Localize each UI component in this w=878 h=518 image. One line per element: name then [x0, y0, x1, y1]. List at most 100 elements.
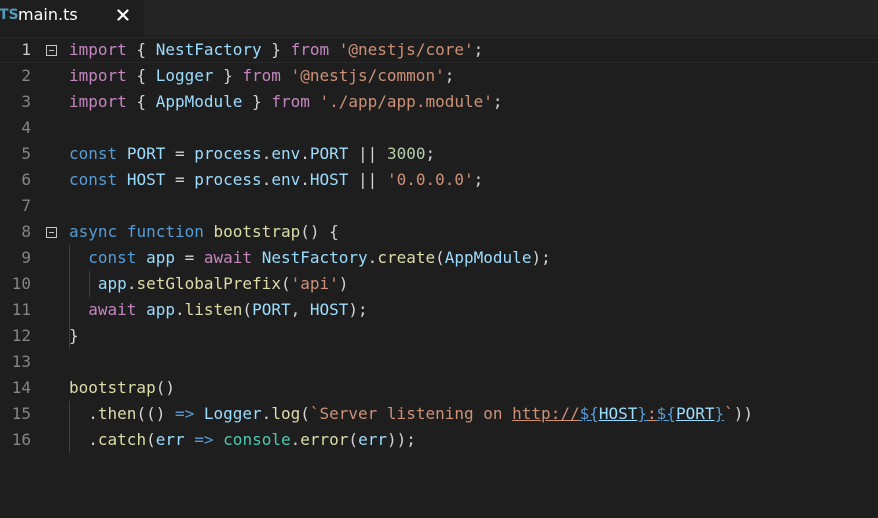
code-token: );: [531, 248, 551, 267]
code-token: =: [174, 248, 204, 267]
code-token: NestFactory: [155, 40, 262, 59]
code-token: catch: [97, 430, 147, 449]
line-number: 10: [11, 274, 31, 293]
line-number: 11: [11, 300, 31, 319]
code-token: Logger: [155, 66, 214, 85]
line-number: 2: [21, 66, 31, 85]
code-token: .: [69, 404, 98, 423]
code-token: ;: [473, 170, 484, 189]
tab-bar: TS main.ts: [0, 0, 878, 35]
code-token: =: [165, 144, 195, 163]
code-token: (: [242, 300, 253, 319]
line-number: 16: [11, 430, 31, 449]
code-token: await: [88, 300, 137, 319]
code-token: .: [126, 274, 137, 293]
code-token: ||: [348, 170, 387, 189]
code-token: import: [69, 40, 127, 59]
code-token: );: [348, 300, 368, 319]
code-token: () {: [300, 222, 339, 241]
code-token: PORT: [252, 300, 291, 319]
code-text: async function bootstrap() {: [69, 219, 339, 245]
code-line[interactable]: 10 app.setGlobalPrefix('api'): [0, 271, 878, 297]
code-token: log: [271, 404, 301, 423]
code-line[interactable]: 1 import { NestFactory } from '@nestjs/co…: [0, 37, 878, 63]
code-line[interactable]: 5 const PORT = process.env.PORT || 3000;: [0, 141, 878, 167]
code-token: '0.0.0.0': [386, 170, 474, 189]
code-token: HOST: [309, 300, 349, 319]
code-token: HOST: [126, 170, 166, 189]
code-token: :: [647, 404, 657, 423]
code-token: async: [69, 222, 118, 241]
code-line[interactable]: 6 const HOST = process.env.HOST || '0.0.0…: [0, 167, 878, 193]
tab-main-ts[interactable]: TS main.ts: [0, 0, 144, 35]
code-token: const: [69, 144, 118, 163]
code-line[interactable]: 8 async function bootstrap() {: [0, 219, 878, 245]
code-token: const: [88, 248, 137, 267]
code-token: await: [203, 248, 253, 267]
code-token: HOST: [309, 170, 349, 189]
line-number: 7: [21, 196, 31, 215]
line-number: 5: [21, 144, 31, 163]
line-number: 14: [11, 378, 31, 397]
code-token: process: [194, 170, 262, 189]
code-token: app: [146, 300, 175, 319]
code-line[interactable]: 4: [0, 115, 878, 141]
code-token: env: [271, 144, 301, 163]
code-line[interactable]: 12}: [0, 323, 878, 349]
code-line[interactable]: 14 bootstrap(): [0, 375, 878, 401]
code-token: (: [280, 274, 291, 293]
code-token: console: [223, 430, 291, 449]
code-token: ${: [579, 404, 599, 423]
code-token: (: [300, 404, 310, 423]
code-token: (: [348, 430, 359, 449]
code-token: )): [733, 404, 754, 423]
code-text: const PORT = process.env.PORT || 3000;: [69, 141, 435, 167]
code-token: AppModule: [155, 92, 243, 111]
code-line[interactable]: 9 const app = await NestFactory.create(A…: [0, 245, 878, 271]
code-token: }: [213, 66, 243, 85]
code-token: .: [261, 404, 272, 423]
code-token: setGlobalPrefix: [136, 274, 281, 293]
code-line[interactable]: 3 import { AppModule } from './app/app.mo…: [0, 89, 878, 115]
code-token: .: [300, 144, 310, 163]
code-token: {: [126, 40, 156, 59]
code-area[interactable]: 1 import { NestFactory } from '@nestjs/co…: [0, 35, 878, 518]
code-token: ${: [656, 404, 676, 423]
code-token: }: [242, 92, 272, 111]
fold-collapse-icon[interactable]: [46, 45, 57, 56]
code-line[interactable]: 2 import { Logger } from '@nestjs/common'…: [0, 63, 878, 89]
code-line[interactable]: 7: [0, 193, 878, 219]
line-number: 12: [11, 326, 31, 345]
indent-guide: [69, 401, 70, 453]
code-token: }: [69, 326, 79, 345]
fold-collapse-icon[interactable]: [46, 227, 57, 238]
code-token: app: [97, 274, 127, 293]
code-token: from: [271, 92, 310, 111]
code-token: AppModule: [444, 248, 532, 267]
indent-guide: [69, 245, 70, 349]
close-icon[interactable]: [112, 4, 134, 26]
code-token: bootstrap: [213, 222, 301, 241]
line-number: 13: [11, 352, 31, 371]
code-token: bootstrap: [69, 378, 156, 397]
code-token: ));: [386, 430, 416, 449]
line-number: 8: [21, 222, 31, 241]
code-line[interactable]: 15 .then(() => Logger.log(`Server listen…: [0, 401, 878, 427]
code-token: NestFactory: [261, 248, 368, 267]
indent-guide: [89, 271, 90, 297]
code-line[interactable]: 13: [0, 349, 878, 375]
code-token: 'api': [290, 274, 339, 293]
code-token: }: [714, 404, 725, 423]
code-line[interactable]: 11 await app.listen(PORT, HOST);: [0, 297, 878, 323]
code-token: err: [358, 430, 387, 449]
code-line[interactable]: 16 .catch(err => console.error(err));: [0, 427, 878, 453]
code-text: app.setGlobalPrefix('api'): [69, 271, 349, 297]
